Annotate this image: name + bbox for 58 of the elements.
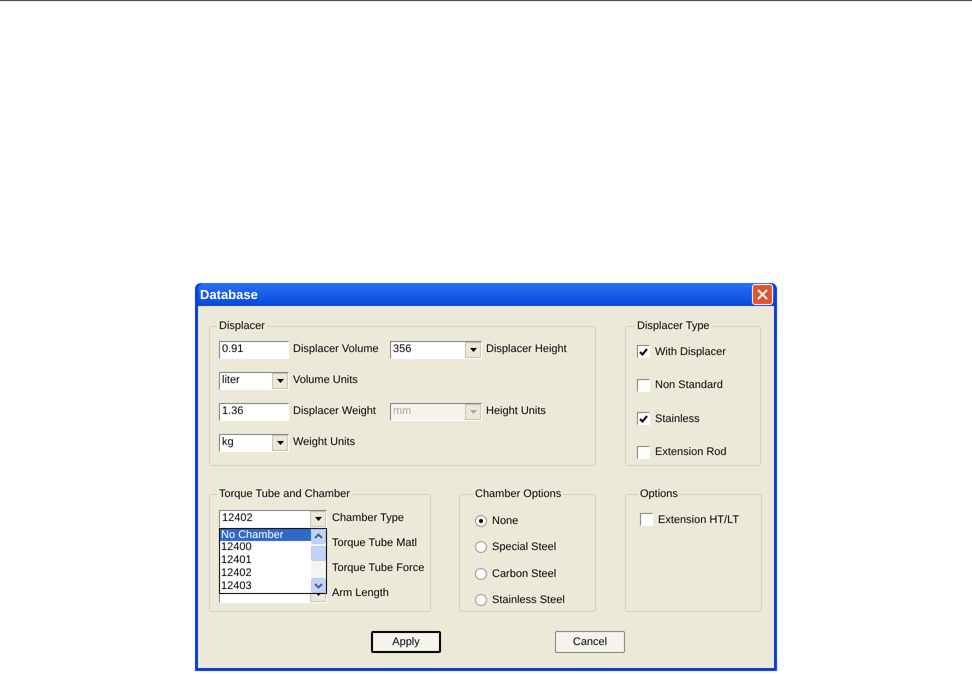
- field-label: Weight Units: [293, 435, 356, 450]
- group-title: Torque Tube and Chamber: [218, 487, 351, 502]
- field-label: Chamber Type: [332, 511, 404, 526]
- list-item[interactable]: 12403: [220, 580, 311, 592]
- field-label: With Displacer: [655, 344, 726, 360]
- field-label: Torque Tube Force: [332, 561, 424, 576]
- text-field[interactable]: 0.91: [219, 340, 289, 358]
- field-label: Carbon Steel: [492, 566, 556, 582]
- checkbox[interactable]: [637, 345, 650, 358]
- field-label: Stainless: [655, 412, 700, 426]
- close-button[interactable]: [752, 284, 773, 305]
- dropdown-arrow-icon: [276, 440, 284, 444]
- field-label: Displacer Volume: [293, 342, 380, 358]
- text-field[interactable]: 1.36: [219, 402, 289, 420]
- radio-button[interactable]: [475, 514, 487, 527]
- checkbox[interactable]: [637, 378, 650, 392]
- field-label: Height Units: [486, 404, 546, 420]
- group-title: Displacer: [218, 319, 266, 334]
- checkbox[interactable]: [637, 412, 650, 426]
- dropdown[interactable]: 12402: [219, 510, 327, 528]
- dialog-button[interactable]: Cancel: [555, 631, 625, 653]
- dropdown-arrow-icon: [470, 410, 476, 414]
- scroll-thumb[interactable]: [311, 546, 326, 560]
- list-item[interactable]: No Chamber: [220, 528, 311, 542]
- checkbox[interactable]: [637, 446, 650, 459]
- field-label: Non Standard: [655, 378, 723, 393]
- field-label: Displacer Height: [486, 342, 567, 358]
- radio-button[interactable]: [475, 568, 487, 580]
- radio-button[interactable]: [475, 541, 487, 554]
- field-label: Extension HT/LT: [658, 512, 740, 528]
- window-title: Database: [200, 286, 258, 304]
- close-icon: [757, 289, 768, 300]
- group-title: Chamber Options: [474, 487, 562, 502]
- list-item[interactable]: 12402: [220, 566, 311, 580]
- dropdown[interactable]: kg: [219, 434, 289, 452]
- scroll-down-icon[interactable]: [311, 578, 326, 592]
- radio-button[interactable]: [475, 594, 487, 606]
- field-label: None: [492, 514, 518, 528]
- list-item[interactable]: 12401: [220, 554, 311, 567]
- field-label: Volume Units: [293, 373, 359, 388]
- group-title: Displacer Type: [636, 319, 711, 334]
- dropdown-arrow-icon: [470, 348, 476, 352]
- dropdown-arrow-icon: [276, 378, 284, 382]
- dropdown[interactable]: 356: [390, 340, 482, 358]
- default-button[interactable]: Apply: [371, 631, 441, 653]
- field-label: Arm Length: [332, 586, 389, 602]
- scrollbar[interactable]: [311, 528, 326, 592]
- scroll-up-icon[interactable]: [311, 528, 326, 544]
- checkbox[interactable]: [640, 513, 653, 526]
- field-label: Extension Rod: [655, 445, 727, 460]
- list-item[interactable]: 12400: [220, 541, 311, 554]
- field-label: Torque Tube Matl: [332, 536, 417, 552]
- dropdown-arrow-icon: [314, 516, 322, 520]
- field-label: Special Steel: [492, 540, 556, 555]
- field-label: Displacer Weight: [293, 404, 377, 420]
- dropdown[interactable]: liter: [219, 372, 289, 390]
- group-title: Options: [639, 487, 679, 502]
- field-label: Stainless Steel: [492, 593, 565, 608]
